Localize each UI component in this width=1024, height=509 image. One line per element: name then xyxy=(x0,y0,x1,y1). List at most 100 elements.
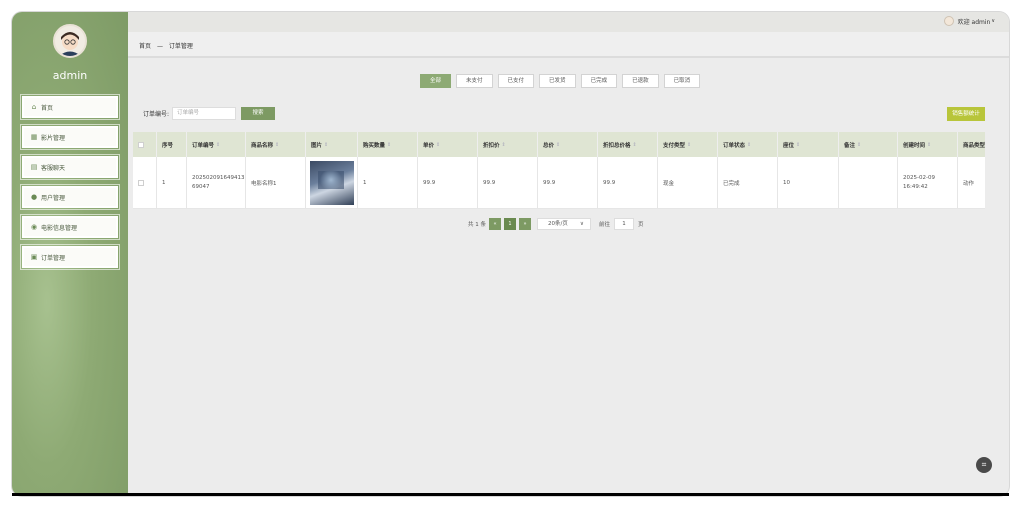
sidebar-item-orders[interactable]: ▣ 订单管理 xyxy=(20,244,120,270)
search-label: 订单编号: xyxy=(143,111,170,118)
table-row[interactable]: 1 202502091649413 69047 电影名称1 1 99.9 99.… xyxy=(133,157,985,209)
window-bottom-edge xyxy=(12,493,1009,496)
user-menu[interactable]: 欢迎 admin ∨ xyxy=(943,16,995,26)
pagination-total: 共 1 条 xyxy=(468,222,486,228)
sort-icon: ⇕ xyxy=(687,141,692,148)
topbar: 欢迎 admin ∨ xyxy=(128,12,1009,32)
col-discount-total[interactable]: 折扣总价格 ⇕ xyxy=(598,132,658,157)
col-unit-price[interactable]: 单价 ⇕ xyxy=(418,132,478,157)
breadcrumb-home[interactable]: 首页 xyxy=(139,43,151,50)
search-row: 订单编号: 订单编号 搜索 xyxy=(143,107,276,120)
breadcrumb-current: 订单管理 xyxy=(168,43,193,50)
sidebar-item-label: 用户管理 xyxy=(41,194,66,202)
select-all-cell xyxy=(133,132,157,157)
sidebar-item-label: 电影信息管理 xyxy=(41,224,78,232)
breadcrumb: 首页 — 订单管理 xyxy=(139,41,193,50)
status-tabs: 全部 未支付 已支付 已发货 已完成 已退款 已取消 xyxy=(420,74,701,88)
pagination: 共 1 条 « 1 » 20条/页 ∨ 前往 1 页 xyxy=(468,218,644,230)
screenshot-tool-icon[interactable]: ⌗ xyxy=(976,457,992,473)
avatar-face-icon xyxy=(59,32,81,56)
sidebar-item-label: 影片管理 xyxy=(41,134,66,142)
col-pay-type[interactable]: 支付类型 ⇕ xyxy=(658,132,718,157)
tab-refunded[interactable]: 已退款 xyxy=(622,74,659,88)
row-checkbox[interactable] xyxy=(138,179,144,186)
search-button[interactable]: 搜索 xyxy=(241,107,276,120)
page-number-button[interactable]: 1 xyxy=(504,218,516,230)
sidebar-menu: ⌂ 首页 ▦ 影片管理 ▤ 客服聊天 ● 用户管理 ◉ 电影信息管理 ▣ 订单管… xyxy=(20,94,120,276)
col-product[interactable]: 商品名称 ⇕ xyxy=(246,132,306,157)
sort-icon: ⇕ xyxy=(436,141,441,148)
cell-index: 1 xyxy=(157,157,187,208)
sales-stats-button[interactable]: 销售额统计 xyxy=(947,107,985,121)
movie-info-icon: ◉ xyxy=(30,223,38,231)
sort-icon: ⇕ xyxy=(927,141,932,148)
col-remark[interactable]: 备注 ⇕ xyxy=(839,132,898,157)
sort-icon: ⇕ xyxy=(857,141,862,148)
tab-cancelled[interactable]: 已取消 xyxy=(663,74,701,88)
sort-icon: ⇕ xyxy=(216,141,221,148)
sort-icon: ⇕ xyxy=(556,141,561,148)
sidebar-item-users[interactable]: ● 用户管理 xyxy=(20,184,120,210)
col-type[interactable]: 商品类型 xyxy=(958,132,985,157)
cell-remark xyxy=(839,157,898,208)
sidebar-item-label: 订单管理 xyxy=(41,254,66,262)
cell-order-no: 202502091649413 69047 xyxy=(187,157,246,208)
sidebar-item-home[interactable]: ⌂ 首页 xyxy=(20,94,120,120)
sidebar-item-movie-info[interactable]: ◉ 电影信息管理 xyxy=(20,214,120,240)
col-image[interactable]: 图片 ⇕ xyxy=(306,132,358,157)
col-status[interactable]: 订单状态 ⇕ xyxy=(718,132,778,157)
cell-unit-price: 99.9 xyxy=(418,157,478,208)
table-header: 序号 订单编号 ⇕ 商品名称 ⇕ 图片 ⇕ 购买数量 ⇕ 单价 ⇕ 折扣价 ⇕ 总价 ⇕ 折扣… xyxy=(133,132,985,157)
cell-product: 电影名称1 xyxy=(246,157,306,208)
col-seat[interactable]: 座位 ⇕ xyxy=(778,132,839,157)
sort-icon: ⇕ xyxy=(324,141,329,148)
page-unit-label: 页 xyxy=(638,222,644,228)
page-size-select[interactable]: 20条/页 ∨ xyxy=(537,218,591,230)
sidebar-item-label: 客服聊天 xyxy=(41,164,66,172)
tab-paid[interactable]: 已支付 xyxy=(497,74,535,88)
tab-all[interactable]: 全部 xyxy=(420,74,452,88)
movie-poster-thumbnail[interactable] xyxy=(310,160,354,205)
breadcrumb-separator: — xyxy=(156,43,163,50)
sidebar: admin ⌂ 首页 ▦ 影片管理 ▤ 客服聊天 ● 用户管理 ◉ 电影信息管理 xyxy=(12,12,128,496)
admin-name: admin xyxy=(52,69,88,82)
col-created[interactable]: 创建时间 ⇕ xyxy=(898,132,958,157)
chevron-down-icon: ∨ xyxy=(991,18,995,24)
tab-shipped[interactable]: 已发货 xyxy=(539,74,576,88)
next-page-button[interactable]: » xyxy=(519,218,531,230)
col-discount-price[interactable]: 折扣价 ⇕ xyxy=(478,132,538,157)
prev-page-button[interactable]: « xyxy=(489,218,501,230)
order-icon: ▣ xyxy=(30,253,38,261)
user-icon: ● xyxy=(30,193,38,201)
film-icon: ▦ xyxy=(30,133,38,141)
goto-page-input[interactable]: 1 xyxy=(614,218,635,230)
col-index: 序号 xyxy=(157,132,187,157)
col-qty[interactable]: 购买数量 ⇕ xyxy=(358,132,418,157)
cell-pay-type: 现金 xyxy=(658,157,718,208)
sidebar-item-label: 首页 xyxy=(41,104,54,112)
tab-completed[interactable]: 已完成 xyxy=(580,74,618,88)
cell-image xyxy=(306,157,358,208)
cell-created: 2025-02-09 16:49:42 xyxy=(898,157,958,208)
home-icon: ⌂ xyxy=(31,103,37,111)
sidebar-item-films[interactable]: ▦ 影片管理 xyxy=(20,124,120,150)
sort-icon: ⇕ xyxy=(501,141,506,148)
cell-total: 99.9 xyxy=(538,157,598,208)
cell-status: 已完成 xyxy=(718,157,778,208)
chevron-down-icon: ∨ xyxy=(579,221,584,227)
select-all-checkbox[interactable] xyxy=(138,141,144,148)
tab-unpaid[interactable]: 未支付 xyxy=(456,74,493,88)
cell-seat: 10 xyxy=(778,157,839,208)
chat-icon: ▤ xyxy=(30,163,38,171)
sidebar-item-chat[interactable]: ▤ 客服聊天 xyxy=(20,154,120,180)
cell-discount-total: 99.9 xyxy=(598,157,658,208)
sort-icon: ⇕ xyxy=(275,141,280,148)
order-no-search-input[interactable]: 订单编号 xyxy=(172,107,237,120)
col-order-no[interactable]: 订单编号 ⇕ xyxy=(187,132,246,157)
admin-avatar[interactable] xyxy=(53,24,87,58)
cell-type: 动作 xyxy=(963,180,975,187)
goto-label: 前往 xyxy=(599,222,611,228)
cell-qty: 1 xyxy=(358,157,418,208)
col-total[interactable]: 总价 ⇕ xyxy=(538,132,598,157)
sort-icon: ⇕ xyxy=(796,141,801,148)
